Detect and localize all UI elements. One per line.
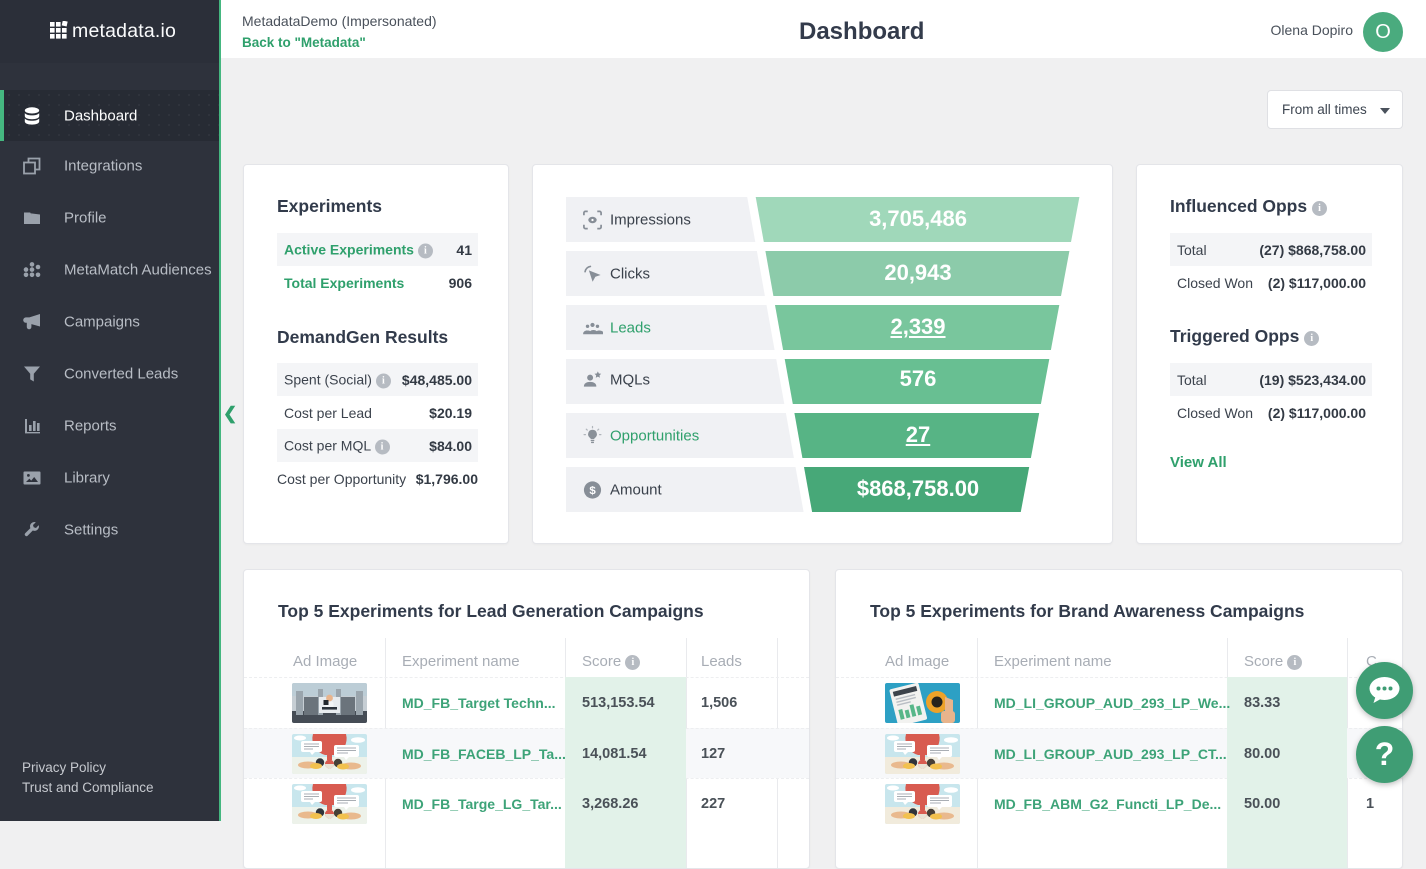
svg-text:$: $ [589, 485, 596, 497]
